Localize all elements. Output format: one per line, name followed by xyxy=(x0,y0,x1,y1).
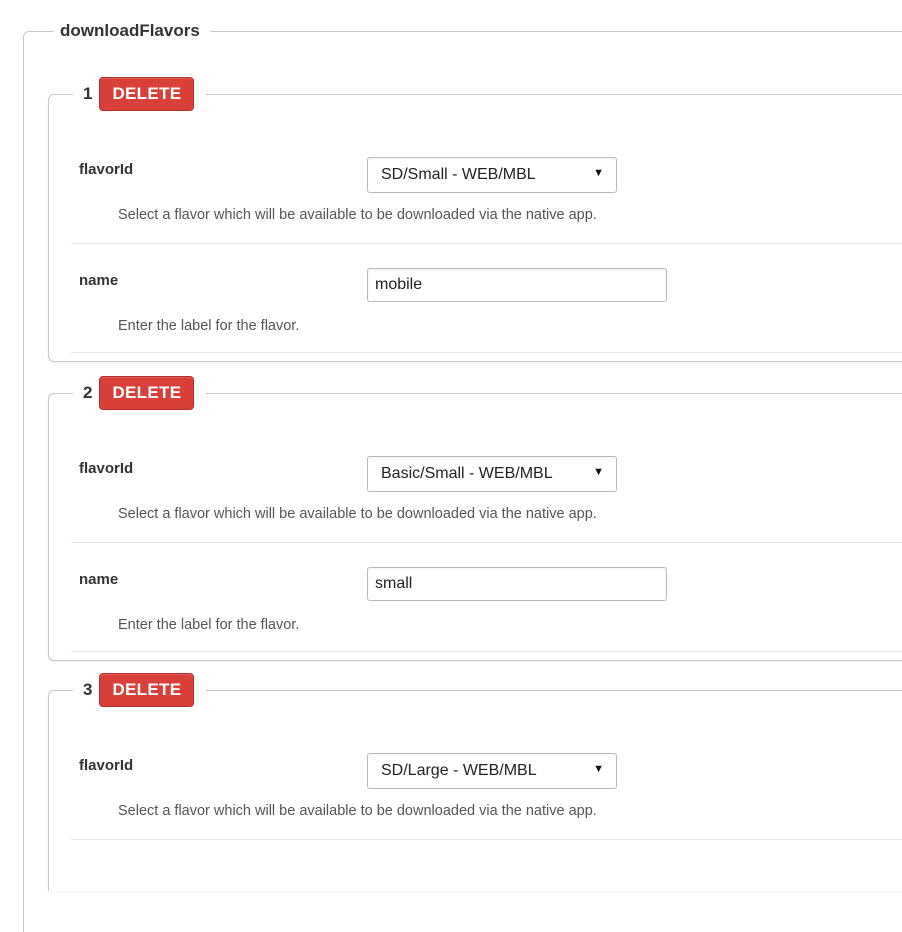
flavorid-help-text: Select a flavor which will be available … xyxy=(118,506,597,522)
flavorid-help-text: Select a flavor which will be available … xyxy=(118,803,597,819)
flavorid-row: flavorId SD/Large - WEB/MBL ▼ Select a f… xyxy=(71,745,902,840)
name-help-text: Enter the label for the flavor. xyxy=(118,617,300,633)
item-number: 2 xyxy=(83,383,93,402)
item-legend: 3 DELETE xyxy=(73,673,207,707)
item-legend: 1 DELETE xyxy=(73,77,207,111)
name-input[interactable] xyxy=(367,268,667,302)
name-help-text: Enter the label for the flavor. xyxy=(118,318,300,334)
flavor-item-1: 1 DELETE flavorId SD/Small - WEB/MBL ▼ S… xyxy=(48,77,902,362)
delete-button[interactable]: DELETE xyxy=(99,673,195,707)
name-row: name Enter the label for the flavor. xyxy=(71,543,902,652)
flavorid-row: flavorId SD/Small - WEB/MBL ▼ Select a f… xyxy=(71,149,902,244)
name-label: name xyxy=(79,571,119,588)
caret-down-icon: ▼ xyxy=(593,763,604,775)
flavorid-select[interactable]: SD/Small - WEB/MBL ▼ xyxy=(367,157,617,193)
delete-button[interactable]: DELETE xyxy=(99,376,195,410)
download-flavors-legend: downloadFlavors xyxy=(54,20,210,42)
item-legend: 2 DELETE xyxy=(73,376,207,410)
name-row: name Enter the label for the flavor. xyxy=(71,244,902,353)
item-number: 3 xyxy=(83,680,93,699)
flavorid-select[interactable]: SD/Large - WEB/MBL ▼ xyxy=(367,753,617,789)
flavorid-selected-value: Basic/Small - WEB/MBL xyxy=(381,465,553,482)
name-input[interactable] xyxy=(367,567,667,601)
flavorid-selected-value: SD/Large - WEB/MBL xyxy=(381,762,537,779)
flavor-item-2: 2 DELETE flavorId Basic/Small - WEB/MBL … xyxy=(48,376,902,661)
flavorid-select[interactable]: Basic/Small - WEB/MBL ▼ xyxy=(367,456,617,492)
flavorid-row: flavorId Basic/Small - WEB/MBL ▼ Select … xyxy=(71,448,902,543)
item-number: 1 xyxy=(83,84,93,103)
name-label: name xyxy=(79,272,119,289)
flavorid-help-text: Select a flavor which will be available … xyxy=(118,207,597,223)
caret-down-icon: ▼ xyxy=(593,466,604,478)
flavorid-label: flavorId xyxy=(79,757,134,774)
delete-button[interactable]: DELETE xyxy=(99,77,195,111)
caret-down-icon: ▼ xyxy=(593,167,604,179)
flavorid-label: flavorId xyxy=(79,460,134,477)
flavor-item-3: 3 DELETE flavorId SD/Large - WEB/MBL ▼ S… xyxy=(48,673,902,891)
flavorid-selected-value: SD/Small - WEB/MBL xyxy=(381,166,536,183)
flavorid-label: flavorId xyxy=(79,161,134,178)
